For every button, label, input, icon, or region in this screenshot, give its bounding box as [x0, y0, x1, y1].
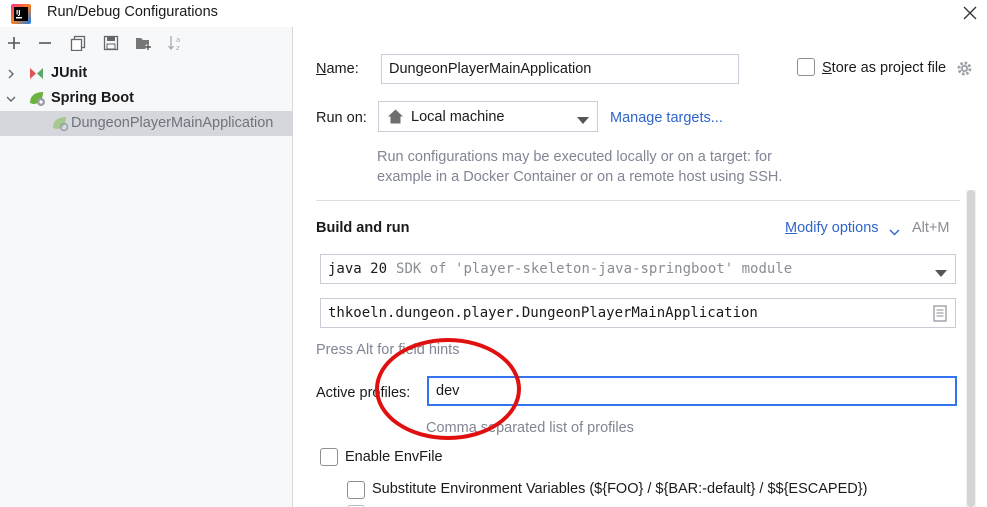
name-label-rest: ame: — [326, 61, 359, 77]
active-profiles-field[interactable]: dev — [427, 376, 957, 406]
svg-text:z: z — [176, 44, 180, 52]
spring-boot-app-icon — [51, 115, 69, 132]
scrollbar[interactable] — [966, 190, 976, 507]
modify-options-rest: odify options — [797, 220, 879, 236]
window-title: Run/Debug Configurations — [47, 4, 218, 20]
name-label: Name: — [316, 61, 359, 77]
chevron-right-icon[interactable] — [5, 67, 17, 79]
svg-text:a: a — [176, 36, 180, 44]
tree-item-label: Spring Boot — [51, 90, 134, 106]
store-label-rest: tore as project file — [831, 60, 947, 76]
run-on-label: Run on: — [316, 110, 367, 126]
gear-icon[interactable] — [956, 60, 973, 77]
enable-envfile-label[interactable]: Enable EnvFile — [345, 449, 443, 465]
intellij-logo-icon: IJ — [11, 4, 31, 24]
active-profiles-label: Active profiles: — [316, 385, 411, 401]
home-icon — [387, 108, 404, 125]
divider — [316, 200, 960, 201]
chevron-down-icon[interactable] — [5, 92, 17, 104]
modify-options-link[interactable]: Modify options — [785, 220, 879, 236]
tree-item-label: DungeonPlayerMainApplication — [71, 115, 274, 131]
build-and-run-heading: Build and run — [316, 220, 410, 236]
svg-text:IJ: IJ — [16, 10, 20, 17]
run-on-hint-line-1: Run configurations may be executed local… — [377, 149, 772, 165]
chevron-down-icon[interactable] — [889, 224, 900, 240]
main-class-field[interactable]: thkoeln.dungeon.player.DungeonPlayerMain… — [320, 298, 956, 328]
new-folder-icon[interactable] — [132, 31, 156, 55]
copy-icon[interactable] — [66, 31, 90, 55]
store-as-project-file-label[interactable]: Store as project file — [822, 60, 946, 76]
title-bar: IJ Run/Debug Configurations — [0, 0, 987, 27]
tree-item-spring-boot[interactable]: Spring Boot — [0, 86, 293, 111]
browse-class-icon[interactable] — [933, 305, 947, 326]
run-on-hint-line-2: example in a Docker Container or on a re… — [377, 169, 783, 185]
add-icon[interactable] — [2, 31, 26, 55]
scrollbar-thumb[interactable] — [967, 190, 975, 507]
junit-icon — [28, 65, 45, 82]
configuration-editor: Name: DungeonPlayerMainApplication Store… — [294, 27, 987, 507]
configurations-panel: az JUnit Spring Boot DungeonPlayerMainAp… — [0, 27, 293, 507]
configurations-toolbar: az — [0, 31, 293, 57]
profiles-hint: Comma separated list of profiles — [426, 420, 634, 436]
tree-item-label: JUnit — [51, 65, 88, 81]
tree-item-dungeon-player-main-application[interactable]: DungeonPlayerMainApplication — [0, 111, 293, 136]
enable-envfile-checkbox[interactable] — [320, 448, 338, 466]
modify-options-shortcut: Alt+M — [912, 220, 950, 236]
save-icon[interactable] — [99, 31, 123, 55]
run-on-select[interactable]: Local machine — [378, 101, 598, 132]
jdk-version: java 20 — [328, 261, 388, 277]
name-field[interactable]: DungeonPlayerMainApplication — [381, 54, 739, 84]
substitute-env-checkbox[interactable] — [347, 481, 365, 499]
close-icon[interactable] — [959, 2, 981, 24]
tree-item-junit[interactable]: JUnit — [0, 61, 293, 86]
dropdown-arrow-icon — [577, 113, 589, 129]
manage-targets-link[interactable]: Manage targets... — [610, 110, 723, 126]
remove-icon[interactable] — [33, 31, 57, 55]
sort-icon[interactable]: az — [164, 31, 188, 55]
substitute-env-label[interactable]: Substitute Environment Variables (${FOO}… — [372, 481, 867, 497]
spring-boot-icon — [28, 90, 45, 107]
jdk-description: SDK of 'player-skeleton-java-springboot'… — [396, 261, 793, 277]
dropdown-arrow-icon — [935, 266, 947, 282]
jdk-select[interactable]: java 20 SDK of 'player-skeleton-java-spr… — [320, 254, 956, 284]
store-as-project-file-checkbox[interactable] — [797, 58, 815, 76]
main-class-value: thkoeln.dungeon.player.DungeonPlayerMain… — [328, 305, 758, 321]
alt-hint: Press Alt for field hints — [316, 342, 460, 358]
run-on-value: Local machine — [411, 108, 505, 125]
